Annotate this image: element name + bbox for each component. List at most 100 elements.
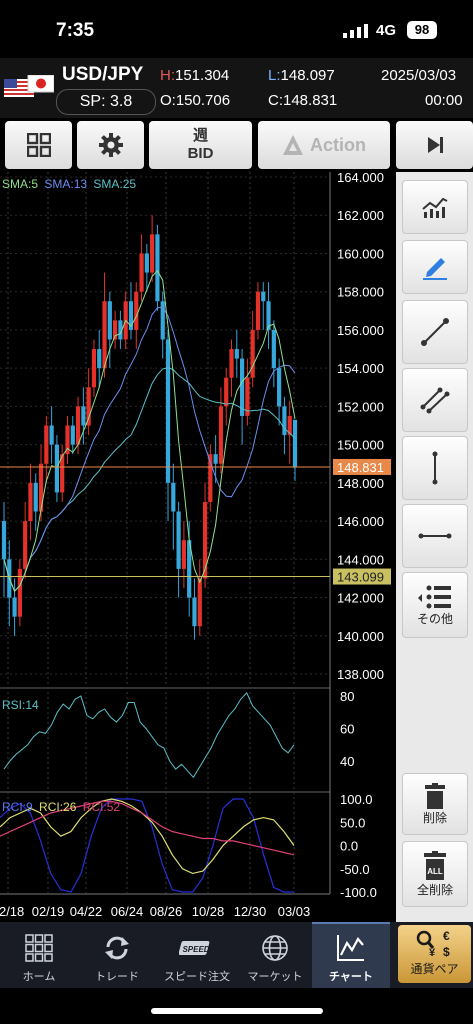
rsi-axis-label: 60: [340, 722, 354, 737]
candle: [234, 349, 239, 359]
nav-trade-label: トレード: [95, 971, 139, 983]
rci-axis-label: 0.0: [340, 839, 358, 854]
candle: [229, 349, 234, 378]
period-button[interactable]: 週 BID: [149, 121, 252, 169]
trash-all-icon: ALL: [424, 850, 446, 880]
date-axis-label: 06/24: [111, 904, 144, 919]
nav-speed-order[interactable]: SPEED スピード注文: [156, 922, 238, 988]
low-price: L:148.097: [268, 67, 335, 84]
nav-trade[interactable]: トレード: [78, 922, 156, 988]
rci-axis-label: 100.0: [340, 792, 373, 807]
svg-text:¥: ¥: [429, 947, 436, 958]
price-axis-label: 162.000: [337, 208, 384, 223]
trade-arrows-icon: [105, 936, 129, 960]
rsi-axis-label: 40: [340, 754, 354, 769]
rci9-legend: RCI:9: [2, 800, 33, 814]
price-axis-label: 164.000: [337, 172, 384, 185]
battery-indicator: 98: [407, 21, 437, 39]
indicator-chart-icon: [422, 197, 448, 218]
price-type-label: BID: [187, 145, 214, 162]
period-label: 週: [192, 127, 208, 144]
delete-all-label: 全削除: [416, 882, 453, 897]
action-logo-icon: [283, 135, 303, 155]
candle: [155, 234, 160, 302]
date-axis-label: 12/30: [234, 904, 267, 919]
date-axis-label: 08/26: [150, 904, 183, 919]
nav-currency-pair[interactable]: € ¥ $ 通貨ペア: [398, 925, 471, 983]
draw-button[interactable]: [402, 240, 468, 294]
play-button[interactable]: [396, 121, 473, 169]
candle: [91, 349, 97, 388]
candle: [75, 406, 81, 445]
candle: [197, 578, 202, 627]
candle: [49, 425, 54, 445]
settings-button[interactable]: [77, 121, 144, 169]
action-button[interactable]: Action: [258, 121, 390, 169]
vertical-line-icon: [432, 451, 438, 485]
channel-button[interactable]: [402, 368, 468, 432]
candle: [282, 406, 287, 436]
rci-axis-label: 50.0: [340, 815, 365, 830]
date-axis-label: 10/28: [192, 904, 225, 919]
price-axis-label: 154.000: [337, 361, 384, 376]
candle: [102, 301, 107, 369]
price-axis-label: 148.000: [337, 476, 384, 491]
candle: [139, 253, 144, 292]
candle: [224, 377, 229, 407]
price-axis-label: 146.000: [337, 514, 384, 529]
candle: [202, 501, 208, 579]
candle: [86, 387, 91, 426]
high-price: H:151.304: [160, 67, 230, 84]
play-icon: [427, 137, 443, 153]
layout-button[interactable]: [5, 121, 72, 169]
nav-speed-label: スピード注文: [164, 971, 230, 983]
candle: [250, 329, 255, 378]
rsi-line: [3, 691, 295, 779]
currency-pair[interactable]: USD/JPY: [62, 64, 143, 86]
home-indicator: [151, 1008, 323, 1014]
price-axis-label: 140.000: [337, 629, 384, 644]
more-tools-label: その他: [416, 611, 453, 626]
price-marker-label: 143.099: [337, 570, 384, 585]
candle: [107, 301, 112, 340]
vertical-line-button[interactable]: [402, 436, 468, 500]
date-axis-label: 02/19: [32, 904, 65, 919]
more-tools-button[interactable]: その他: [402, 572, 468, 638]
delete-all-button[interactable]: ALL 全削除: [402, 841, 468, 907]
bar-time: 00:00: [425, 92, 463, 109]
indicator-button[interactable]: [402, 180, 468, 234]
rci52-legend: RCI:52: [82, 800, 121, 814]
nav-home[interactable]: ホーム: [0, 922, 78, 988]
price-axis-label: 156.000: [337, 323, 384, 338]
candle: [218, 406, 224, 464]
pencil-icon: [423, 258, 447, 280]
candle: [192, 597, 197, 627]
delete-button[interactable]: 削除: [402, 773, 468, 835]
trash-icon: [425, 782, 445, 809]
rci-axis-label: -50.0: [340, 862, 370, 877]
nav-home-label: ホーム: [22, 971, 56, 983]
home-grid-icon: [25, 934, 53, 962]
flag-icon: [4, 75, 54, 97]
sma13-legend: SMA:13: [44, 177, 88, 191]
rsi-axis-label: 80: [340, 689, 354, 704]
speed-icon: SPEED: [179, 941, 210, 955]
price-marker-label: 148.831: [337, 460, 384, 475]
nav-market[interactable]: マーケット: [236, 922, 314, 988]
chart-icon: [337, 935, 364, 961]
date-axis-label: 12/18: [0, 904, 24, 919]
list-more-icon: [418, 585, 451, 608]
candle: [271, 329, 276, 369]
gear-icon: [98, 133, 123, 157]
trendline-button[interactable]: [402, 300, 468, 364]
price-axis-label: 158.000: [337, 285, 384, 300]
candle: [97, 349, 102, 369]
open-price: O:150.706: [160, 92, 231, 109]
candle: [38, 463, 44, 512]
nav-chart[interactable]: チャート: [312, 922, 390, 988]
horizontal-line-button[interactable]: [402, 504, 468, 568]
horizontal-line-icon: [418, 533, 452, 539]
globe-icon: [262, 935, 288, 961]
candle: [292, 419, 298, 468]
sma-legend: SMA:5 SMA:13 SMA:25: [2, 177, 136, 191]
